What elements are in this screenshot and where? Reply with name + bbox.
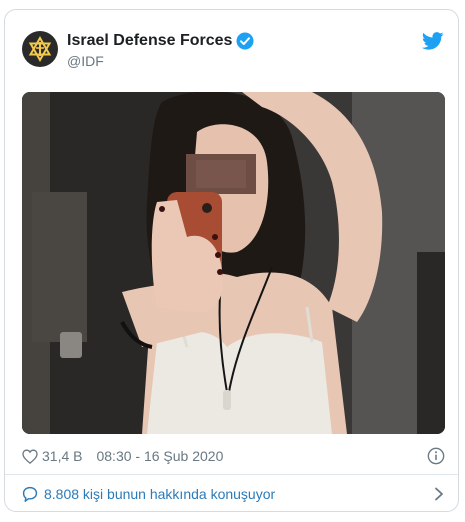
like-button[interactable]: 31,4 B bbox=[22, 448, 82, 464]
chevron-right-icon bbox=[435, 487, 443, 501]
tweet-meta-row: 31,4 B 08:30 - 16 Şub 2020 bbox=[22, 446, 445, 466]
heart-outline-icon bbox=[22, 448, 38, 464]
conversation-link[interactable]: 8.808 kişi bunun hakkında konuşuyor bbox=[22, 483, 445, 505]
tweet-card: Israel Defense Forces @IDF 31,4 B 08:30 … bbox=[4, 9, 459, 512]
author-handle[interactable]: @IDF bbox=[67, 53, 104, 69]
author-display-name[interactable]: Israel Defense Forces bbox=[67, 32, 232, 50]
divider bbox=[5, 474, 458, 475]
tweet-timestamp[interactable]: 08:30 - 16 Şub 2020 bbox=[96, 448, 223, 464]
like-count: 31,4 B bbox=[42, 448, 83, 464]
author-name-row[interactable]: Israel Defense Forces bbox=[67, 32, 254, 50]
conversation-label: 8.808 kişi bunun hakkında konuşuyor bbox=[44, 486, 276, 502]
twitter-bird-icon[interactable] bbox=[422, 32, 444, 50]
tweet-media-photo[interactable] bbox=[22, 92, 445, 434]
speech-bubble-icon bbox=[22, 486, 38, 502]
verified-badge-icon bbox=[236, 32, 254, 50]
avatar[interactable] bbox=[22, 31, 58, 67]
idf-emblem-icon bbox=[28, 36, 52, 62]
info-icon[interactable] bbox=[427, 447, 445, 465]
mirror-selfie-photo bbox=[22, 92, 445, 434]
